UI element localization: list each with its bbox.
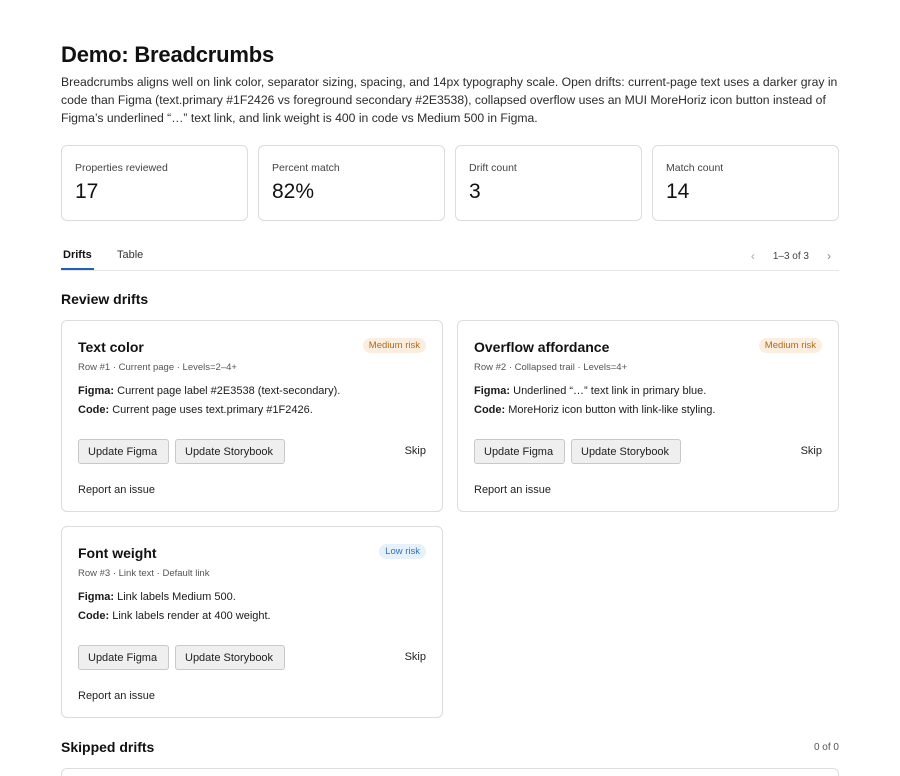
metric-value: 82%	[272, 180, 315, 203]
skip-button[interactable]: Skip	[405, 445, 426, 457]
report-issue-link[interactable]: Report an issue	[474, 484, 551, 496]
drift-card-meta: Row #2 · Collapsed trail · Levels=4+	[474, 362, 628, 373]
chevron-right-icon[interactable]: ›	[823, 249, 835, 263]
metric-label: Percent match	[272, 162, 340, 174]
metrics-row: Properties reviewed 17 Percent match 82%…	[61, 145, 839, 221]
drift-card-title: Text color	[78, 339, 144, 355]
metric-label: Match count	[666, 162, 724, 174]
figma-label: Figma:	[78, 385, 115, 397]
update-figma-button[interactable]: Update Figma	[78, 645, 169, 670]
tab-table[interactable]: Table	[117, 249, 143, 261]
code-label: Code:	[474, 404, 506, 416]
update-storybook-button[interactable]: Update Storybook	[175, 439, 285, 464]
skipped-count: 0 of 0	[813, 742, 839, 753]
figma-value: Figma: Underlined “…” text link in prima…	[474, 385, 706, 397]
report-issue-link[interactable]: Report an issue	[78, 484, 155, 496]
code-label: Code:	[78, 404, 110, 416]
figma-label: Figma:	[474, 385, 511, 397]
figma-label: Figma:	[78, 591, 115, 603]
code-text: Current page uses text.primary #1F2426.	[112, 404, 313, 416]
code-value: Code: Link labels render at 400 weight.	[78, 610, 271, 622]
update-figma-button[interactable]: Update Figma	[78, 439, 169, 464]
update-figma-button[interactable]: Update Figma	[474, 439, 565, 464]
code-text: Link labels render at 400 weight.	[112, 610, 271, 622]
risk-badge: Medium risk	[362, 338, 426, 353]
tab-drifts[interactable]: Drifts	[63, 249, 92, 261]
update-storybook-button[interactable]: Update Storybook	[571, 439, 681, 464]
update-storybook-button[interactable]: Update Storybook	[175, 645, 285, 670]
figma-text: Current page label #2E3538 (text-seconda…	[117, 385, 341, 397]
drift-card-meta: Row #3 · Link text · Default link	[78, 568, 210, 579]
skip-button[interactable]: Skip	[801, 445, 822, 457]
figma-value: Figma: Current page label #2E3538 (text-…	[78, 385, 340, 397]
drift-card-overflow-affordance: Overflow affordance Medium risk Row #2 ·…	[457, 320, 839, 512]
skipped-drifts-panel	[61, 768, 839, 776]
tab-bar: Drifts Table ‹ 1–3 of 3 ›	[61, 240, 839, 271]
metric-properties-reviewed: Properties reviewed 17	[61, 145, 248, 221]
figma-text: Underlined “…” text link in primary blue…	[513, 385, 707, 397]
code-text: MoreHoriz icon button with link-like sty…	[508, 404, 716, 416]
risk-badge: Low risk	[379, 544, 426, 559]
drift-card-font-weight: Font weight Low risk Row #3 · Link text …	[61, 526, 443, 718]
skip-button[interactable]: Skip	[405, 651, 426, 663]
skipped-drifts-heading: Skipped drifts	[61, 739, 155, 755]
review-drifts-heading: Review drifts	[61, 291, 149, 307]
metric-label: Drift count	[469, 162, 517, 174]
metric-value: 14	[666, 180, 690, 203]
metric-match-count: Match count 14	[652, 145, 839, 221]
code-label: Code:	[78, 610, 110, 622]
page-title: Demo: Breadcrumbs	[61, 42, 274, 67]
drift-card-title: Font weight	[78, 545, 157, 561]
code-value: Code: Current page uses text.primary #1F…	[78, 404, 313, 416]
metric-value: 17	[75, 180, 99, 203]
chevron-left-icon[interactable]: ‹	[747, 249, 759, 263]
code-value: Code: MoreHoriz icon button with link-li…	[474, 404, 715, 416]
drift-card-meta: Row #1 · Current page · Levels=2–4+	[78, 362, 237, 373]
pagination: ‹ 1–3 of 3 ›	[747, 249, 835, 263]
drift-card-title: Overflow affordance	[474, 339, 610, 355]
page-description: Breadcrumbs aligns well on link color, s…	[61, 75, 838, 125]
metric-value: 3	[469, 180, 481, 203]
metric-label: Properties reviewed	[75, 162, 168, 174]
risk-badge: Medium risk	[758, 338, 822, 353]
active-tab-indicator	[61, 268, 94, 270]
metric-drift-count: Drift count 3	[455, 145, 642, 221]
report-issue-link[interactable]: Report an issue	[78, 690, 155, 702]
figma-value: Figma: Link labels Medium 500.	[78, 591, 236, 603]
metric-percent-match: Percent match 82%	[258, 145, 445, 221]
drift-card-text-color: Text color Medium risk Row #1 · Current …	[61, 320, 443, 512]
pagination-label: 1–3 of 3	[772, 250, 809, 262]
figma-text: Link labels Medium 500.	[117, 591, 236, 603]
